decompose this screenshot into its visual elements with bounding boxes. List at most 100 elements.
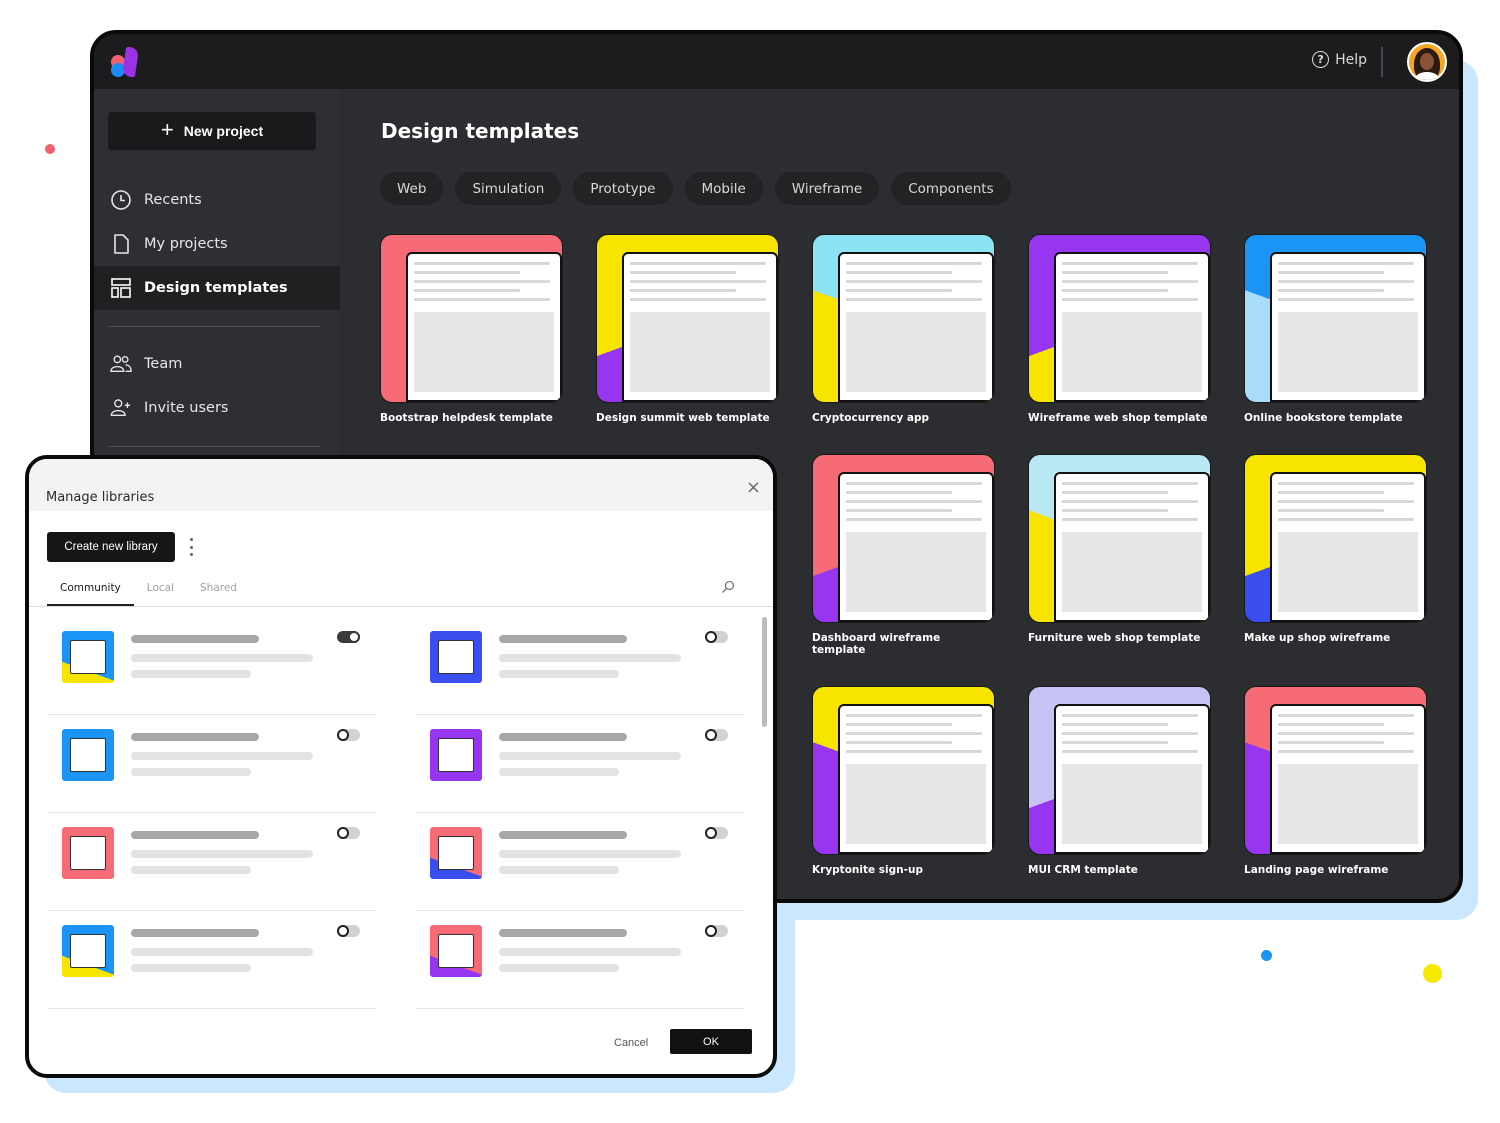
template-preview bbox=[622, 251, 778, 402]
tab-local[interactable]: Local bbox=[134, 582, 187, 606]
template-thumbnail bbox=[1244, 686, 1427, 855]
filter-chip-components[interactable]: Components bbox=[891, 172, 1011, 205]
library-thumbnail bbox=[62, 631, 114, 683]
decor-dot-red bbox=[45, 144, 55, 154]
library-thumbnail bbox=[430, 925, 482, 977]
tab-shared[interactable]: Shared bbox=[187, 582, 250, 606]
library-meta-placeholder bbox=[499, 964, 619, 972]
library-item bbox=[415, 813, 745, 911]
tab-community[interactable]: Community bbox=[47, 582, 134, 606]
clock-icon bbox=[110, 189, 132, 211]
library-meta-placeholder bbox=[499, 768, 619, 776]
template-thumbnail bbox=[812, 234, 995, 403]
template-label: Make up shop wireframe bbox=[1244, 632, 1391, 644]
template-card[interactable]: Landing page wireframe bbox=[1244, 686, 1427, 876]
library-name-placeholder bbox=[499, 831, 627, 839]
template-label: Landing page wireframe bbox=[1244, 864, 1389, 876]
template-thumbnail bbox=[812, 454, 995, 623]
scrollbar[interactable] bbox=[762, 617, 767, 727]
template-preview bbox=[406, 251, 562, 402]
create-new-library-button[interactable]: Create new library bbox=[47, 532, 175, 562]
filter-chip-simulation[interactable]: Simulation bbox=[455, 172, 562, 205]
template-card[interactable]: Design summit web template bbox=[596, 234, 779, 424]
sidebar-item-label: Recents bbox=[144, 192, 202, 208]
library-meta-placeholder bbox=[499, 670, 619, 678]
template-preview bbox=[838, 251, 994, 402]
user-avatar[interactable] bbox=[1407, 42, 1447, 82]
filter-chip-prototype[interactable]: Prototype bbox=[573, 172, 673, 205]
library-thumbnail bbox=[430, 631, 482, 683]
template-thumbnail bbox=[1244, 454, 1427, 623]
library-item bbox=[47, 813, 377, 911]
library-toggle[interactable] bbox=[705, 925, 728, 937]
template-label: Bootstrap helpdesk template bbox=[380, 412, 553, 424]
library-item bbox=[47, 715, 377, 813]
library-desc-placeholder bbox=[499, 948, 681, 956]
sidebar-item-design-templates[interactable]: Design templates bbox=[94, 266, 340, 310]
top-bar: ? Help bbox=[94, 34, 1459, 89]
template-card[interactable]: Dashboard wireframe template bbox=[812, 454, 995, 656]
library-meta-placeholder bbox=[131, 964, 251, 972]
template-card[interactable]: Bootstrap helpdesk template bbox=[380, 234, 563, 424]
search-icon[interactable] bbox=[721, 579, 735, 593]
sidebar-item-recents[interactable]: Recents bbox=[94, 178, 340, 222]
more-options-icon[interactable] bbox=[187, 538, 195, 556]
filter-chips: Web Simulation Prototype Mobile Wirefram… bbox=[380, 172, 1011, 205]
template-card[interactable]: Make up shop wireframe bbox=[1244, 454, 1427, 656]
library-toggle[interactable] bbox=[705, 729, 728, 741]
library-name-placeholder bbox=[131, 733, 259, 741]
template-card[interactable]: Cryptocurrency app bbox=[812, 234, 995, 424]
template-card[interactable]: Furniture web shop template bbox=[1028, 454, 1211, 656]
template-thumbnail bbox=[1028, 686, 1211, 855]
template-card[interactable]: Wireframe web shop template bbox=[1028, 234, 1211, 424]
sidebar-item-team[interactable]: Team bbox=[94, 342, 340, 386]
library-thumbnail bbox=[62, 729, 114, 781]
sidebar-item-invite-users[interactable]: Invite users bbox=[94, 386, 340, 430]
template-card[interactable]: Online bookstore template bbox=[1244, 234, 1427, 424]
library-meta-placeholder bbox=[499, 866, 619, 874]
template-preview bbox=[838, 471, 994, 622]
sidebar-item-my-projects[interactable]: My projects bbox=[94, 222, 340, 266]
template-card[interactable]: Kryptonite sign-up bbox=[812, 686, 995, 876]
app-logo-icon[interactable] bbox=[111, 45, 141, 79]
layout-icon bbox=[110, 277, 132, 299]
library-toggle[interactable] bbox=[705, 827, 728, 839]
sidebar-divider bbox=[108, 326, 320, 327]
sidebar-item-label: My projects bbox=[144, 236, 228, 252]
library-toggle[interactable] bbox=[337, 925, 360, 937]
template-thumbnail bbox=[596, 234, 779, 403]
library-name-placeholder bbox=[499, 635, 627, 643]
help-button[interactable]: ? Help bbox=[1312, 51, 1367, 68]
library-list bbox=[47, 617, 745, 1009]
invite-user-icon bbox=[110, 397, 132, 419]
template-preview bbox=[1054, 471, 1210, 622]
library-item bbox=[415, 715, 745, 813]
filter-chip-wireframe[interactable]: Wireframe bbox=[774, 172, 880, 205]
library-toggle[interactable] bbox=[337, 827, 360, 839]
library-name-placeholder bbox=[131, 635, 259, 643]
template-preview bbox=[1054, 251, 1210, 402]
library-desc-placeholder bbox=[499, 850, 681, 858]
library-toggle[interactable] bbox=[337, 631, 360, 643]
tabs-divider bbox=[29, 606, 773, 607]
template-card[interactable]: MUI CRM template bbox=[1028, 686, 1211, 876]
filter-chip-web[interactable]: Web bbox=[380, 172, 444, 205]
decor-dot-yellow bbox=[1423, 964, 1442, 983]
close-icon[interactable]: × bbox=[746, 479, 761, 497]
filter-chip-mobile[interactable]: Mobile bbox=[684, 172, 763, 205]
ok-button[interactable]: OK bbox=[670, 1029, 752, 1054]
new-project-button[interactable]: + New project bbox=[108, 112, 316, 150]
library-meta-placeholder bbox=[131, 866, 251, 874]
library-item bbox=[47, 617, 377, 715]
library-meta-placeholder bbox=[131, 670, 251, 678]
template-preview bbox=[1270, 251, 1426, 402]
template-label: Online bookstore template bbox=[1244, 412, 1403, 424]
team-icon bbox=[110, 353, 132, 375]
template-thumbnail bbox=[380, 234, 563, 403]
help-label: Help bbox=[1335, 51, 1367, 68]
library-toggle[interactable] bbox=[337, 729, 360, 741]
library-toggle[interactable] bbox=[705, 631, 728, 643]
cancel-button[interactable]: Cancel bbox=[614, 1037, 648, 1049]
library-desc-placeholder bbox=[131, 752, 313, 760]
template-preview bbox=[1270, 471, 1426, 622]
